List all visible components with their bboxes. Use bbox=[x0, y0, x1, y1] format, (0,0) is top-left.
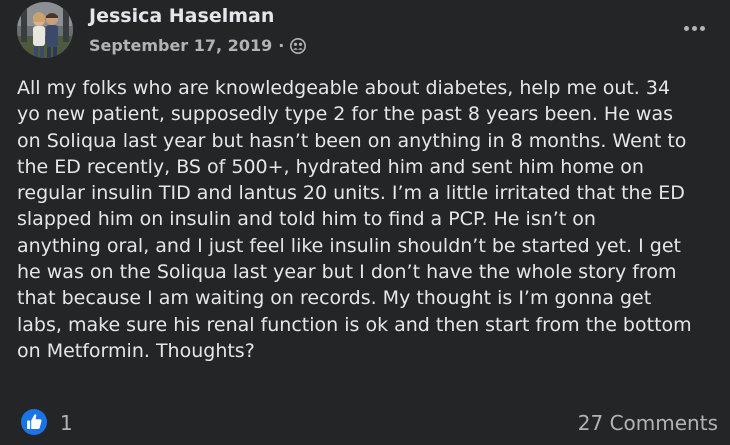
reaction-count[interactable]: 1 bbox=[60, 411, 73, 435]
post-body-line: slapped him on insulin and told him to f… bbox=[17, 208, 596, 231]
post-date[interactable]: September 17, 2019 bbox=[89, 36, 272, 55]
avatar-photo bbox=[17, 2, 73, 58]
post-body-line: yo new patient, supposedly type 2 for th… bbox=[17, 103, 674, 126]
post-body: All my folks who are knowledgeable about… bbox=[17, 75, 717, 364]
more-options-icon[interactable] bbox=[676, 16, 712, 40]
comments-count-link[interactable]: 27 Comments bbox=[578, 411, 718, 435]
more-dot bbox=[691, 25, 697, 31]
more-dot bbox=[683, 25, 689, 31]
post-body-line: on Metformin. Thoughts? bbox=[17, 339, 255, 362]
post-body-line: he was on the Soliqua last year but I do… bbox=[17, 261, 677, 284]
post-body-line: that because I am waiting on records. My… bbox=[17, 287, 652, 310]
author-avatar[interactable] bbox=[17, 2, 73, 58]
post-body-line: on Soliqua last year but hasn’t been on … bbox=[17, 129, 687, 152]
post-meta: September 17, 2019 · bbox=[89, 36, 307, 55]
author-name[interactable]: Jessica Haselman bbox=[89, 5, 274, 27]
post-body-line: All my folks who are knowledgeable about… bbox=[17, 77, 671, 99]
more-dot bbox=[699, 25, 705, 31]
post-body-line: regular insulin TID and lantus 20 units.… bbox=[17, 182, 685, 205]
like-icon[interactable] bbox=[20, 408, 48, 436]
post-body-line: labs, make sure his renal function is ok… bbox=[17, 313, 692, 336]
post-card: Jessica Haselman September 17, 2019 · Al… bbox=[0, 0, 730, 445]
group-icon bbox=[290, 37, 307, 54]
meta-separator: · bbox=[278, 36, 285, 55]
post-body-line: anything oral, and I just feel like insu… bbox=[17, 234, 681, 257]
post-body-line: the ED recently, BS of 500+, hydrated hi… bbox=[17, 155, 644, 178]
